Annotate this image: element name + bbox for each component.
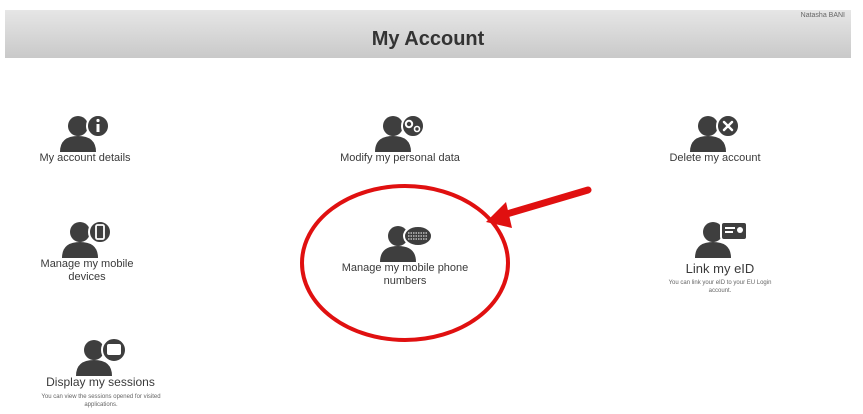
tile-label: Modify my personal data bbox=[340, 152, 460, 164]
tile-account-details[interactable]: My account details bbox=[10, 112, 160, 165]
person-x-icon bbox=[690, 114, 740, 152]
person-gears-icon bbox=[375, 114, 425, 152]
page-title: My Account bbox=[371, 28, 485, 50]
tile-label: Manage my mobile devices bbox=[40, 258, 134, 283]
tile-modify-personal-data[interactable]: Modify my personal data bbox=[300, 112, 500, 165]
tile-sessions[interactable]: Display my sessions You can view the ses… bbox=[8, 336, 193, 409]
tile-mobile-numbers[interactable]: Manage my mobile phone numbers bbox=[330, 222, 480, 288]
tile-description: You can link your eID to your EU Login a… bbox=[668, 280, 772, 294]
person-card-icon bbox=[695, 221, 748, 258]
tile-label: Display my sessions bbox=[46, 375, 155, 389]
tile-description: You can view the sessions opened for vis… bbox=[41, 394, 161, 408]
tile-label: Manage my mobile phone numbers bbox=[341, 262, 469, 287]
person-info-icon bbox=[60, 114, 110, 152]
tile-mobile-devices[interactable]: Manage my mobile devices bbox=[22, 218, 152, 284]
highlight-arrow bbox=[496, 186, 592, 220]
user-name[interactable]: Natasha BANI bbox=[801, 12, 845, 19]
tile-label: My account details bbox=[39, 152, 131, 164]
tile-label: Link my eID bbox=[685, 261, 755, 276]
person-screen-icon bbox=[75, 337, 127, 376]
tile-delete-account[interactable]: Delete my account bbox=[630, 112, 800, 165]
tile-link-eid[interactable]: Link my eID You can link your eID to you… bbox=[630, 218, 810, 295]
page-header: Natasha BANI My Account bbox=[5, 10, 851, 58]
tile-label: Delete my account bbox=[669, 152, 761, 164]
person-phone-icon bbox=[62, 220, 112, 258]
person-keypad-icon bbox=[380, 225, 433, 262]
